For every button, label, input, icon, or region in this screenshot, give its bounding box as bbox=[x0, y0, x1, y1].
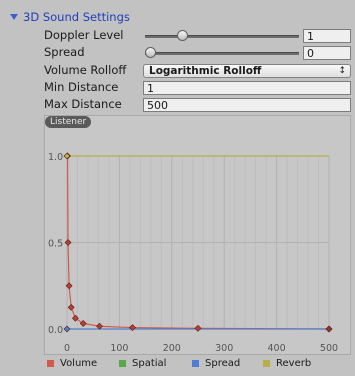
x-tick-label: 400 bbox=[268, 343, 286, 354]
reverb-key-point bbox=[63, 152, 71, 160]
legend-item-spread: Spread bbox=[192, 357, 240, 369]
doppler-level-field[interactable]: 1 bbox=[303, 29, 351, 43]
legend-item-spatial: Spatial bbox=[119, 357, 166, 369]
spread-slider-thumb[interactable] bbox=[145, 47, 156, 58]
foldout-arrow-icon[interactable] bbox=[10, 14, 18, 20]
dropdown-arrows-icon: ↕ bbox=[338, 66, 346, 76]
max-distance-label: Max Distance bbox=[44, 97, 122, 111]
y-tick-label: 0.0 bbox=[48, 325, 63, 336]
rolloff-graph[interactable]: 0.0 0.5 1.0 0 100 200 300 400 500 bbox=[44, 115, 351, 355]
doppler-level-label: Doppler Level bbox=[44, 28, 124, 42]
volume-key-point bbox=[67, 303, 75, 311]
min-distance-label: Min Distance bbox=[44, 80, 119, 94]
rolloff-chart: 0.0 0.5 1.0 0 100 200 300 400 500 bbox=[48, 152, 338, 354]
section-title: 3D Sound Settings bbox=[23, 10, 130, 24]
doppler-level-slider-track[interactable] bbox=[145, 35, 299, 38]
spread-swatch bbox=[192, 359, 199, 367]
volume-key-point bbox=[129, 324, 136, 332]
section-header[interactable]: 3D Sound Settings bbox=[10, 9, 130, 25]
reverb-swatch bbox=[263, 359, 270, 367]
volume-key-point bbox=[96, 322, 103, 330]
max-distance-field[interactable]: 500 bbox=[143, 98, 351, 112]
legend-label-reverb: Reverb bbox=[276, 357, 312, 369]
volume-rolloff-label: Volume Rolloff bbox=[44, 63, 127, 77]
volume-swatch bbox=[47, 359, 54, 367]
volume-key-point bbox=[64, 239, 72, 246]
x-tick-label: 100 bbox=[110, 343, 128, 354]
spread-label: Spread bbox=[44, 45, 85, 59]
x-tick-label: 200 bbox=[163, 343, 181, 354]
listener-tab[interactable]: Listener bbox=[45, 116, 92, 128]
legend-label-spread: Spread bbox=[205, 357, 241, 369]
spread-field[interactable]: 0 bbox=[303, 46, 351, 60]
volume-rolloff-value: Logarithmic Rolloff bbox=[149, 65, 262, 77]
y-tick-label: 0.5 bbox=[48, 239, 63, 250]
volume-key-point bbox=[194, 324, 202, 332]
x-tick-label: 0 bbox=[64, 343, 70, 354]
spatial-swatch bbox=[119, 359, 126, 367]
x-tick-label: 500 bbox=[320, 343, 338, 354]
volume-rolloff-dropdown[interactable]: Logarithmic Rolloff ↕ bbox=[143, 64, 351, 78]
x-tick-label: 300 bbox=[215, 343, 233, 354]
min-distance-field[interactable]: 1 bbox=[143, 81, 351, 95]
legend-item-reverb: Reverb bbox=[263, 357, 311, 369]
doppler-level-slider-thumb[interactable] bbox=[176, 30, 188, 41]
y-tick-label: 1.0 bbox=[48, 152, 63, 163]
spread-key-point bbox=[325, 325, 333, 333]
spread-slider-track[interactable] bbox=[145, 52, 299, 55]
legend-label-volume: Volume bbox=[60, 357, 98, 369]
spread-key-point bbox=[63, 325, 71, 333]
legend-label-spatial: Spatial bbox=[132, 357, 167, 369]
legend-item-volume: Volume bbox=[47, 357, 97, 369]
